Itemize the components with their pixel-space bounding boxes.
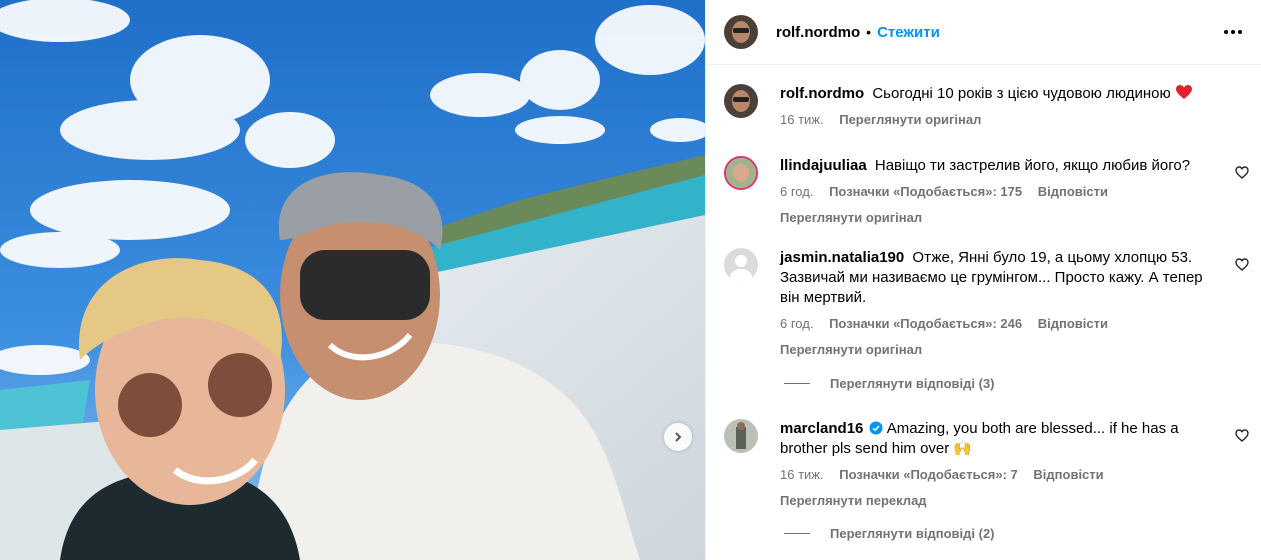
- comment-likes-count[interactable]: Позначки «Подобається»: 175: [829, 184, 1022, 199]
- commenter-avatar[interactable]: [724, 248, 758, 282]
- comment-item: marcland16 Amazing, you both are blessed…: [724, 419, 1249, 511]
- comment-text: Навіщо ти застрелив його, якщо любив йог…: [874, 157, 1191, 174]
- replies-divider: [784, 383, 810, 384]
- comment-translate-link[interactable]: Переглянути переклад: [780, 491, 1221, 511]
- view-replies-button[interactable]: Переглянути відповіді (2): [784, 526, 995, 541]
- comment-time: 16 тиж.: [780, 467, 824, 482]
- view-replies-label: Переглянути відповіді (2): [830, 526, 995, 541]
- follow-button[interactable]: Стежити: [877, 24, 940, 41]
- comments-panel: rolf.nordmo • Стежити rolf.nordmo Сьогод…: [705, 0, 1261, 560]
- separator-dot: •: [866, 24, 872, 40]
- comment-likes-count[interactable]: Позначки «Подобається»: 246: [829, 316, 1022, 331]
- caption-translate-link[interactable]: Переглянути оригінал: [839, 112, 981, 127]
- post-header: rolf.nordmo • Стежити: [706, 0, 1261, 65]
- reply-button[interactable]: Відповісти: [1033, 467, 1103, 482]
- comment-username[interactable]: llindajuuliaa: [780, 157, 867, 174]
- author-username[interactable]: rolf.nordmo: [776, 24, 860, 41]
- comment-translate-link[interactable]: Переглянути оригінал: [780, 208, 1221, 228]
- verified-badge-icon: [869, 421, 883, 435]
- caption-username[interactable]: rolf.nordmo: [780, 85, 864, 102]
- more-options-icon[interactable]: [1223, 22, 1243, 42]
- comment-time: 6 год.: [780, 316, 814, 331]
- caption-time: 16 тиж.: [780, 112, 824, 127]
- next-arrow-icon: [675, 432, 682, 442]
- comment-username[interactable]: marcland16: [780, 420, 863, 437]
- comment-item: llindajuuliaa Навіщо ти застрелив його, …: [724, 156, 1249, 228]
- post-viewer: rolf.nordmo • Стежити rolf.nordmo Сьогод…: [0, 0, 1261, 560]
- like-heart-icon[interactable]: [1235, 166, 1249, 179]
- like-heart-icon[interactable]: [1235, 258, 1249, 271]
- comment-translate-link[interactable]: Переглянути оригінал: [780, 340, 1221, 360]
- beach-selfie-image: [0, 0, 705, 560]
- comment-time: 6 год.: [780, 184, 814, 199]
- author-avatar-small[interactable]: [724, 84, 758, 118]
- author-avatar[interactable]: [724, 15, 758, 49]
- post-photo[interactable]: [0, 0, 705, 560]
- heart-emoji-icon: [1175, 85, 1192, 99]
- view-replies-label: Переглянути відповіді (3): [830, 376, 995, 391]
- replies-divider: [784, 533, 810, 534]
- commenter-avatar[interactable]: [724, 419, 758, 453]
- reply-button[interactable]: Відповісти: [1038, 184, 1108, 199]
- comment-username[interactable]: jasmin.natalia190: [780, 249, 904, 266]
- reply-button[interactable]: Відповісти: [1038, 316, 1108, 331]
- caption-text: Сьогодні 10 років з цією чудовою людиною: [872, 85, 1171, 102]
- like-heart-icon[interactable]: [1235, 429, 1249, 442]
- view-replies-button[interactable]: Переглянути відповіді (3): [784, 376, 995, 391]
- comment-item: jasmin.natalia190 Отже, Янні було 19, а …: [724, 248, 1249, 360]
- comment-likes-count[interactable]: Позначки «Подобається»: 7: [839, 467, 1018, 482]
- next-photo-button[interactable]: [664, 423, 692, 451]
- commenter-avatar[interactable]: [724, 156, 758, 190]
- caption: rolf.nordmo Сьогодні 10 років з цією чуд…: [724, 84, 1249, 130]
